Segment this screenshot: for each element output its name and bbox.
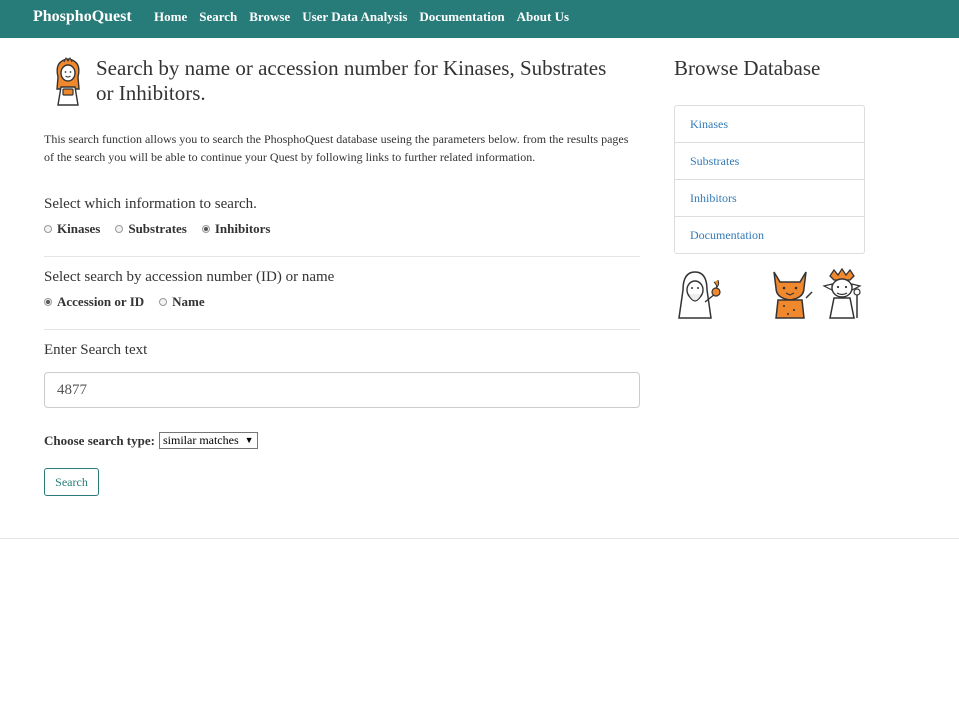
id-section-label: Select search by accession number (ID) o… [44, 269, 335, 285]
radio-substrates-label: Substrates [128, 221, 187, 236]
radio-kinases-label: Kinases [57, 221, 101, 236]
fox-warrior-mascot-icon [773, 271, 813, 319]
search-type-row: Choose search type: similar matches ▼ [44, 432, 258, 449]
radio-substrates-button[interactable] [115, 225, 124, 233]
top-navbar: PhosphoQuest Home Search Browse User Dat… [0, 0, 959, 38]
info-radio-group: Kinases Substrates Inhibitors [44, 221, 286, 237]
page-title: Search by name or accession number for K… [96, 56, 607, 105]
princess-mascot-icon [56, 57, 80, 106]
nav-about-us-link[interactable]: About Us [517, 9, 569, 25]
browse-kinases-link[interactable]: Kinases [690, 117, 728, 132]
radio-accession-label: Accession or ID [57, 294, 145, 309]
search-type-select[interactable]: similar matches ▼ [158, 432, 258, 449]
info-section-label: Select which information to search. [44, 196, 257, 212]
radio-inhibitors-label: Inhibitors [214, 221, 271, 236]
browse-database-title: Browse Database [674, 56, 821, 80]
browse-list: Kinases Substrates Inhibitors Documentat… [674, 105, 865, 254]
divider [44, 329, 640, 330]
radio-kinases[interactable]: Kinases [44, 221, 100, 237]
search-type-selected: similar matches [162, 433, 239, 447]
search-text-label: Enter Search text [44, 342, 148, 358]
browse-item-substrates: Substrates [675, 143, 864, 180]
browse-substrates-link[interactable]: Substrates [690, 154, 739, 169]
divider [44, 256, 640, 257]
radio-inhibitors-button[interactable] [201, 225, 210, 233]
browse-item-documentation: Documentation [675, 217, 864, 253]
search-button[interactable]: Search [44, 468, 99, 496]
browse-item-inhibitors: Inhibitors [675, 180, 864, 217]
radio-name-button[interactable] [159, 298, 168, 306]
id-radio-group: Accession or ID Name [44, 294, 220, 310]
radio-accession[interactable]: Accession or ID [44, 294, 144, 310]
browse-inhibitors-link[interactable]: Inhibitors [690, 191, 737, 206]
radio-accession-button[interactable] [44, 298, 52, 306]
nav-documentation-link[interactable]: Documentation [419, 9, 504, 25]
radio-substrates[interactable]: Substrates [115, 221, 187, 237]
radio-name[interactable]: Name [159, 294, 205, 310]
radio-name-label: Name [172, 294, 205, 309]
search-input[interactable] [44, 372, 640, 408]
wizard-mascot-icon [678, 271, 721, 319]
chevron-down-icon: ▼ [244, 435, 254, 445]
radio-kinases-button[interactable] [44, 225, 52, 233]
nav-links: Home Search Browse User Data Analysis Do… [154, 9, 569, 25]
browse-documentation-link[interactable]: Documentation [690, 228, 764, 243]
search-type-label: Choose search type: [44, 432, 155, 448]
intro-text: This search function allows you to searc… [44, 132, 629, 164]
brand-link[interactable]: PhosphoQuest [33, 8, 132, 26]
goblin-mage-mascot-icon [822, 268, 862, 319]
nav-browse-link[interactable]: Browse [249, 9, 290, 25]
footer-divider [0, 538, 959, 539]
nav-user-data-analysis-link[interactable]: User Data Analysis [302, 9, 407, 25]
radio-inhibitors[interactable]: Inhibitors [201, 221, 271, 237]
nav-home-link[interactable]: Home [154, 9, 187, 25]
browse-item-kinases: Kinases [675, 106, 864, 143]
nav-search-link[interactable]: Search [199, 9, 237, 25]
